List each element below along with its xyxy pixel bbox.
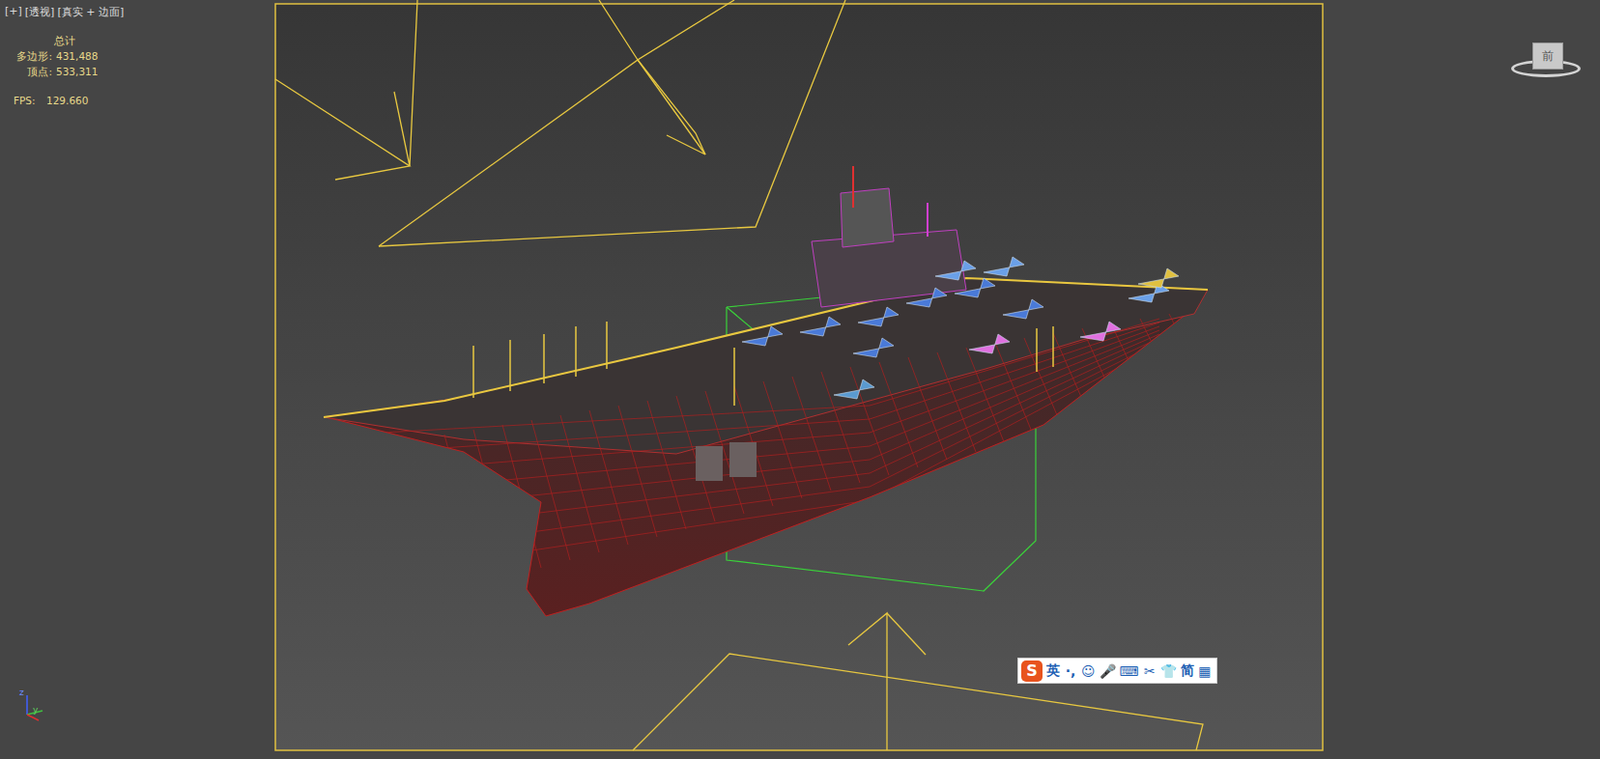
ime-item[interactable]: ·, (1063, 663, 1078, 680)
ime-item[interactable]: ⌨ (1119, 663, 1140, 680)
ime-item[interactable]: 英 (1046, 662, 1060, 681)
stats-value: 533,311 (52, 63, 98, 80)
stats-title: 总计 (13, 32, 98, 49)
ime-item[interactable]: 👕 (1160, 663, 1177, 680)
axis-z-label: z (19, 687, 25, 698)
ime-item[interactable]: 🎤 (1099, 663, 1116, 680)
viewport-menu[interactable]: [+][透视][真实 + 边面] (3, 4, 125, 20)
viewcube-face[interactable]: 前 (1532, 42, 1564, 70)
viewport[interactable]: [+][透视][真实 + 边面] 总计多边形:431,488顶点:533,311 F… (0, 0, 1600, 759)
ime-item[interactable]: ▦ (1198, 663, 1212, 680)
fps-label: FPS: (13, 92, 43, 109)
stats-value: 431,488 (52, 48, 98, 64)
scene-view (0, 0, 1600, 759)
ime-item[interactable]: ✂ (1142, 663, 1157, 680)
ime-toolbar[interactable]: S英·,☺🎤⌨✂👕简▦ (1017, 657, 1218, 685)
stats-label: 顶点: (13, 63, 53, 80)
stats-row: 顶点:533,311 (13, 63, 98, 80)
ime-item[interactable]: 简 (1180, 662, 1195, 681)
viewport-label[interactable]: [真实 + 边面] (56, 4, 125, 20)
axis-tripod: zy (17, 687, 57, 727)
stats-overlay: 总计多边形:431,488顶点:533,311 FPS:129.660 (13, 32, 98, 109)
stats-row: 多边形:431,488 (13, 48, 98, 64)
fps-row: FPS:129.660 (13, 92, 98, 109)
viewport-label[interactable]: [透视] (24, 4, 57, 20)
ime-item[interactable]: ☺ (1081, 663, 1096, 680)
ime-logo[interactable]: S (1021, 660, 1043, 683)
stats-label: 多边形: (13, 48, 53, 64)
axis-y-label: y (32, 705, 38, 715)
fps-value: 129.660 (42, 92, 88, 109)
viewcube[interactable]: 前 (1511, 38, 1583, 86)
viewport-label[interactable]: [+] (3, 4, 24, 20)
